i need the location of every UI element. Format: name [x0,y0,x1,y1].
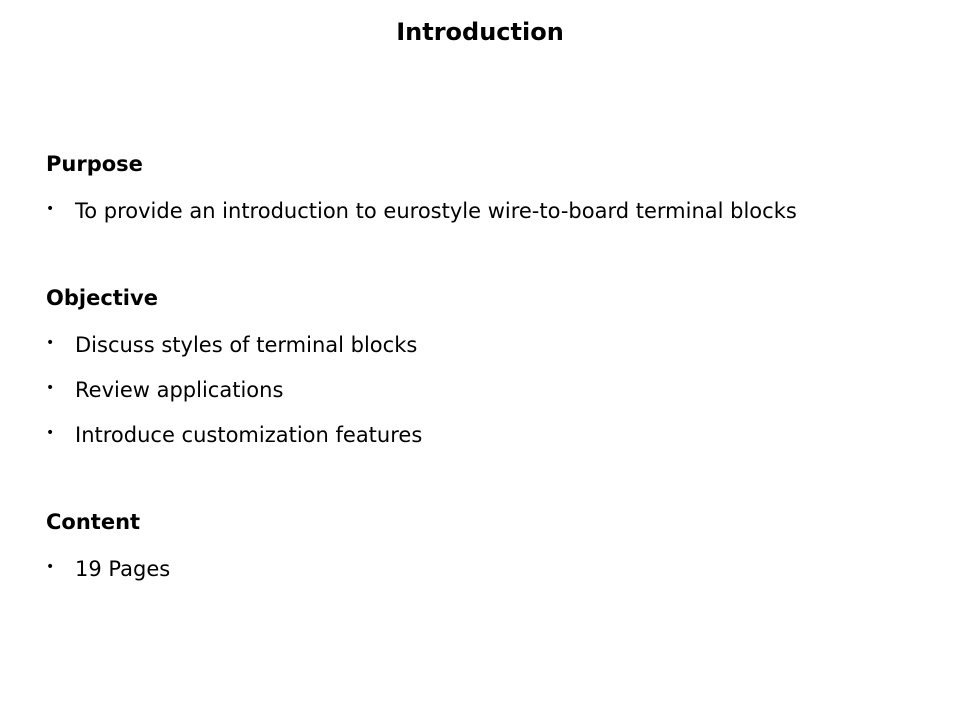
bullet-text: Review applications [75,378,284,402]
bullet-icon: • [46,425,55,441]
bullet-text: Introduce customization features [75,423,423,447]
bullet-icon: • [46,380,55,396]
slide-title: Introduction [396,18,564,46]
bullet-text: 19 Pages [75,557,171,581]
section-heading-purpose: Purpose [46,152,143,176]
purpose-bullet-item: • To provide an introduction to eurostyle… [46,196,797,225]
objective-bullet-item: • Discuss styles of terminal blocks [46,330,417,359]
bullet-text: To provide an introduction to eurostyle … [75,199,797,223]
section-heading-objective: Objective [46,286,158,310]
content-bullet-item: • 19 Pages [46,554,170,583]
bullet-icon: • [46,335,55,351]
objective-bullet-item: • Review applications [46,375,283,404]
section-heading-content: Content [46,510,141,534]
bullet-icon: • [46,559,55,575]
objective-bullet-item: • Introduce customization features [46,420,422,449]
bullet-icon: • [46,201,55,217]
bullet-text: Discuss styles of terminal blocks [75,333,418,357]
